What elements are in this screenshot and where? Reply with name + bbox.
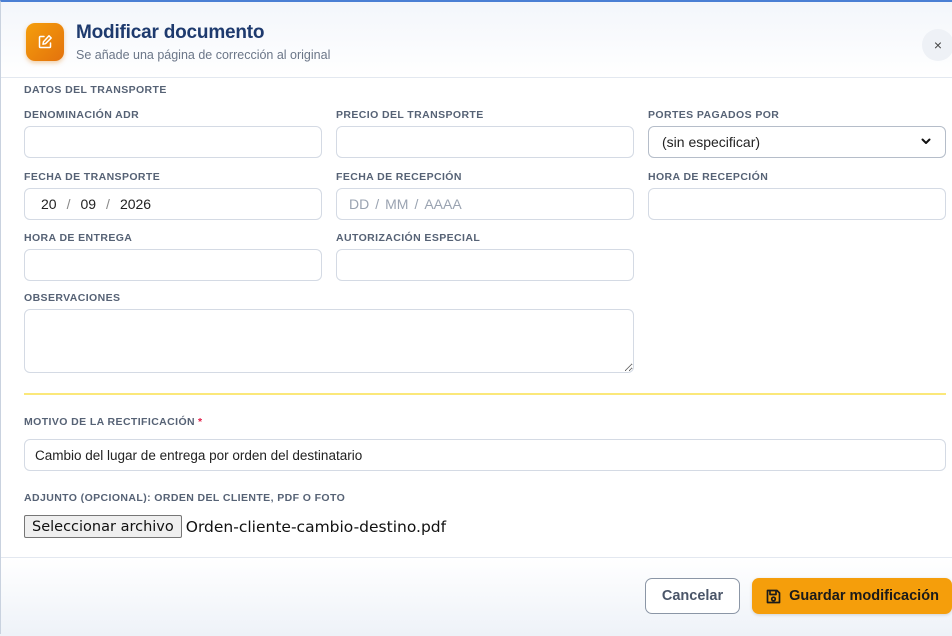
fecha-transporte-year[interactable]: 2026 [120, 196, 151, 212]
section-divider [24, 393, 946, 395]
chevron-down-icon [920, 134, 932, 150]
observaciones-textarea[interactable] [24, 309, 634, 373]
denominacion-input[interactable] [24, 126, 322, 158]
denominacion-label: DENOMINACIÓN ADR [24, 109, 140, 121]
date-separator: / [66, 196, 71, 212]
fecha-transporte-label: FECHA DE TRANSPORTE [24, 171, 161, 183]
fecha-transporte-month[interactable]: 09 [80, 196, 96, 212]
motivo-label-text: MOTIVO DE LA RECTIFICACIÓN [24, 416, 196, 428]
save-icon [765, 588, 782, 605]
fecha-recepcion-month[interactable]: MM [385, 196, 408, 212]
save-button-label: Guardar modificación [789, 588, 939, 604]
dialog-header: Modificar documento Se añade una página … [1, 2, 952, 78]
fecha-recepcion-day[interactable]: DD [349, 196, 369, 212]
fecha-transporte-input[interactable]: 20 / 09 / 2026 [24, 188, 322, 220]
portes-label: PORTES PAGADOS POR [648, 109, 780, 121]
hora-entrega-input[interactable] [24, 249, 322, 281]
required-mark: * [198, 416, 203, 428]
attachment-label: ADJUNTO (OPCIONAL): ORDEN DEL CLIENTE, P… [24, 492, 346, 504]
date-separator: / [375, 196, 380, 212]
hora-entrega-label: HORA DE ENTREGA [24, 232, 133, 244]
date-separator: / [414, 196, 419, 212]
date-separator: / [106, 196, 110, 212]
hora-recepcion-label: HORA DE RECEPCIÓN [648, 171, 769, 183]
section-title-transport: DATOS DEL TRANSPORTE [24, 84, 167, 96]
close-button[interactable]: × [922, 29, 952, 61]
fecha-recepcion-input[interactable]: DD / MM / AAAA [336, 188, 634, 220]
dialog-subtitle: Se añade una página de corrección al ori… [76, 48, 331, 62]
observaciones-label: OBSERVACIONES [24, 292, 121, 304]
fecha-recepcion-label: FECHA DE RECEPCIÓN [336, 171, 462, 183]
portes-selected-value: (sin especificar) [662, 134, 761, 150]
motivo-input[interactable]: Cambio del lugar de entrega por orden de… [24, 439, 946, 471]
autorizacion-input[interactable] [336, 249, 634, 281]
autorizacion-label: AUTORIZACIÓN ESPECIAL [336, 232, 481, 244]
modify-document-dialog: Modificar documento Se añade una página … [0, 0, 952, 636]
precio-input[interactable] [336, 126, 634, 158]
edit-icon [26, 23, 64, 61]
precio-label: PRECIO DEL TRANSPORTE [336, 109, 484, 121]
selected-file-name: Orden-cliente-cambio-destino.pdf [185, 517, 447, 536]
cancel-button[interactable]: Cancelar [645, 578, 740, 614]
close-icon: × [933, 37, 943, 53]
dialog-title: Modificar documento [76, 22, 265, 43]
select-file-button[interactable]: Seleccionar archivo [24, 515, 182, 538]
hora-recepcion-input[interactable] [648, 188, 946, 220]
fecha-transporte-day[interactable]: 20 [41, 196, 57, 212]
save-button[interactable]: Guardar modificación [752, 578, 952, 614]
fecha-recepcion-year[interactable]: AAAA [424, 196, 461, 212]
portes-select[interactable]: (sin especificar) [648, 126, 946, 158]
file-input[interactable]: Seleccionar archivo Orden-cliente-cambio… [24, 515, 446, 538]
motivo-label: MOTIVO DE LA RECTIFICACIÓN * [24, 416, 203, 428]
